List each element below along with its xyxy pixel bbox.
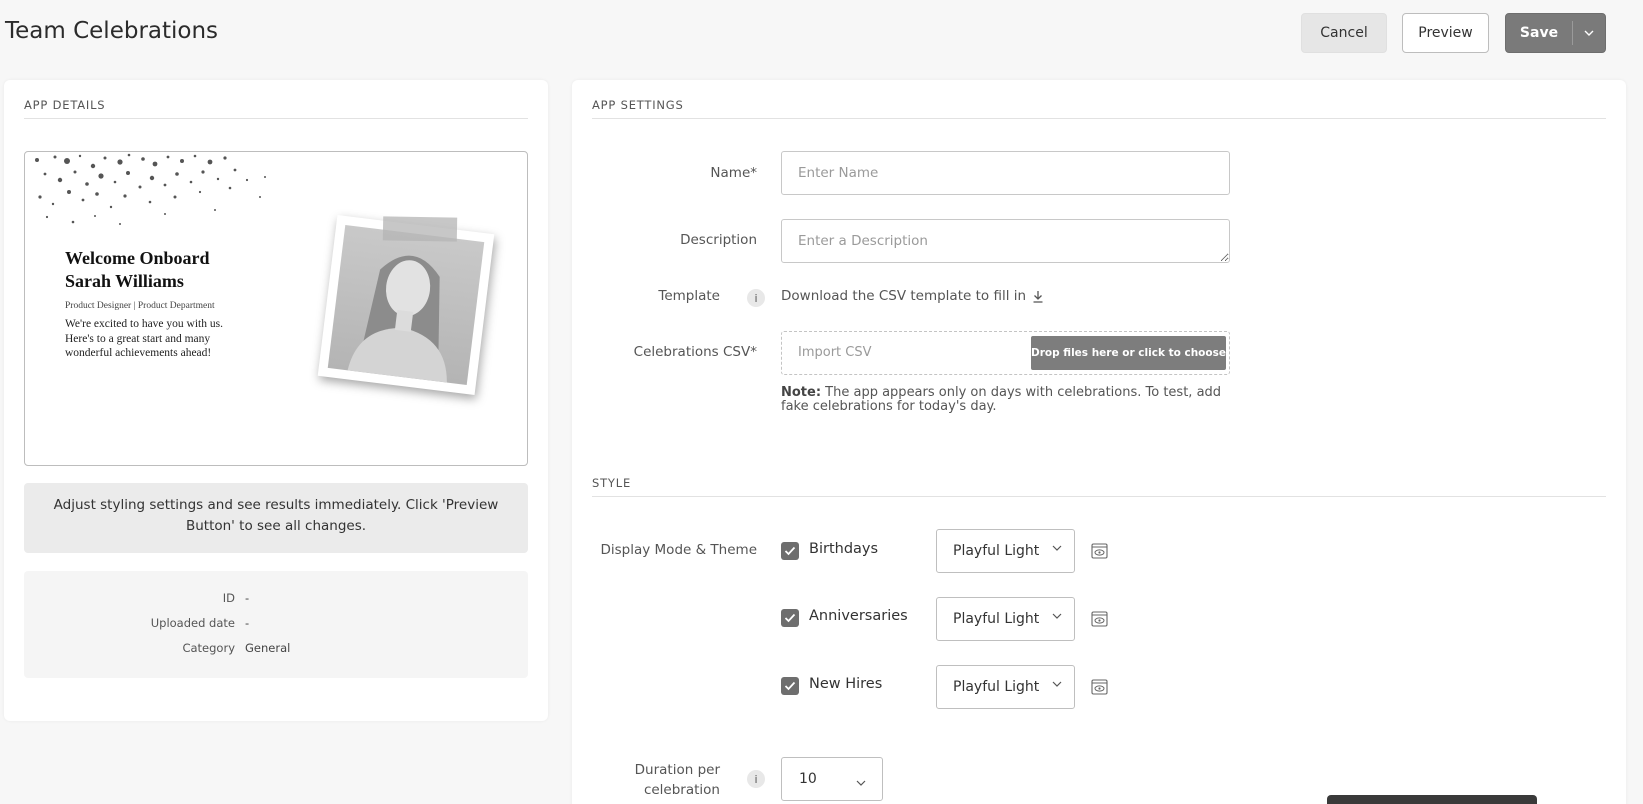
duration-info-icon[interactable]: i	[747, 770, 765, 788]
download-template-link[interactable]: Download the CSV template to fill in	[781, 288, 1044, 304]
styling-info-message: Adjust styling settings and see results …	[24, 483, 528, 553]
birthdays-label: Birthdays	[809, 541, 879, 557]
anniversaries-checkbox[interactable]	[781, 609, 799, 627]
welcome-line-2: Sarah Williams	[65, 271, 184, 291]
app-settings-card: APP SETTINGS Name* Description Template …	[572, 80, 1626, 804]
header-bar: Team Celebrations Cancel Preview Save	[0, 0, 1643, 66]
anniversaries-preview-eye-icon[interactable]	[1091, 611, 1108, 627]
save-options-chevron-down-icon[interactable]	[1573, 30, 1605, 36]
meta-row-id: ID -	[222, 591, 250, 605]
section-divider	[24, 118, 528, 119]
app-metadata: ID - Uploaded date - Category General	[24, 571, 528, 678]
csv-placeholder: Import CSV	[798, 345, 872, 360]
download-icon	[1033, 290, 1043, 303]
template-info-icon[interactable]: i	[747, 289, 765, 307]
download-template-text: Download the CSV template to fill in	[781, 288, 1027, 304]
section-divider	[592, 496, 1606, 497]
meta-row-category: Category General	[182, 641, 291, 655]
new-hires-theme-value: Playful Light	[953, 679, 1040, 695]
duration-label-line-1: Duration per	[634, 762, 720, 778]
preview-button[interactable]: Preview	[1402, 13, 1489, 53]
template-label: Template	[658, 288, 720, 304]
confetti-decoration	[35, 153, 266, 225]
choose-file-button[interactable]: Drop files here or click to choose	[1031, 336, 1226, 370]
employee-photo	[317, 214, 495, 396]
toast-popup	[1327, 795, 1537, 804]
chevron-down-icon	[1052, 545, 1062, 551]
duration-select[interactable]: 10	[781, 757, 883, 801]
celebrations-csv-label: Celebrations CSV*	[633, 344, 757, 360]
celebration-preview: Welcome Onboard Sarah Williams Product D…	[24, 151, 528, 466]
birthdays-theme-value: Playful Light	[953, 543, 1040, 559]
welcome-heading: Welcome Onboard Sarah Williams	[65, 247, 265, 293]
birthdays-preview-eye-icon[interactable]	[1091, 543, 1108, 559]
save-button[interactable]: Save	[1506, 25, 1572, 41]
cancel-button[interactable]: Cancel	[1301, 13, 1387, 53]
meta-row-uploaded-date: Uploaded date -	[150, 616, 250, 630]
note-label: Note:	[781, 385, 822, 400]
display-mode-label: Display Mode & Theme	[600, 542, 757, 558]
chevron-down-icon	[1052, 681, 1062, 687]
anniversaries-label: Anniversaries	[809, 608, 908, 624]
anniversaries-theme-select[interactable]: Playful Light	[936, 597, 1075, 641]
tape-decoration	[382, 216, 458, 242]
new-hires-preview-eye-icon[interactable]	[1091, 679, 1108, 695]
duration-label-line-2: celebration	[643, 782, 720, 798]
chevron-down-icon	[856, 780, 866, 786]
welcome-message: We're excited to have you with us. Here'…	[65, 318, 223, 359]
save-button-group: Save	[1505, 13, 1606, 53]
app-details-card: APP DETAILS Welcome Onboard Sarah Willia…	[4, 80, 548, 721]
birthdays-theme-select[interactable]: Playful Light	[936, 529, 1075, 573]
note-text: The app appears only on days with celebr…	[781, 385, 1222, 414]
page-title: Team Celebrations	[5, 18, 219, 44]
anniversaries-theme-value: Playful Light	[953, 611, 1040, 627]
description-input[interactable]	[781, 219, 1230, 263]
birthdays-checkbox[interactable]	[781, 542, 799, 560]
name-label: Name*	[710, 165, 757, 181]
style-title: STYLE	[592, 476, 632, 490]
new-hires-theme-select[interactable]: Playful Light	[936, 665, 1075, 709]
chevron-down-icon	[1052, 613, 1062, 619]
name-input[interactable]	[781, 151, 1230, 195]
description-label: Description	[680, 232, 757, 248]
duration-label: Duration per celebration	[635, 760, 720, 800]
new-hires-label: New Hires	[809, 676, 883, 692]
employee-role: Product Designer | Product Department	[65, 301, 215, 311]
csv-note: Note: The app appears only on days with …	[781, 386, 1230, 414]
section-divider	[592, 118, 1606, 119]
welcome-line-1: Welcome Onboard	[65, 248, 210, 268]
new-hires-checkbox[interactable]	[781, 677, 799, 695]
app-settings-title: APP SETTINGS	[592, 98, 684, 112]
csv-dropzone[interactable]: Import CSV Drop files here or click to c…	[781, 331, 1230, 375]
duration-value: 10	[799, 771, 817, 787]
app-details-title: APP DETAILS	[24, 98, 106, 112]
